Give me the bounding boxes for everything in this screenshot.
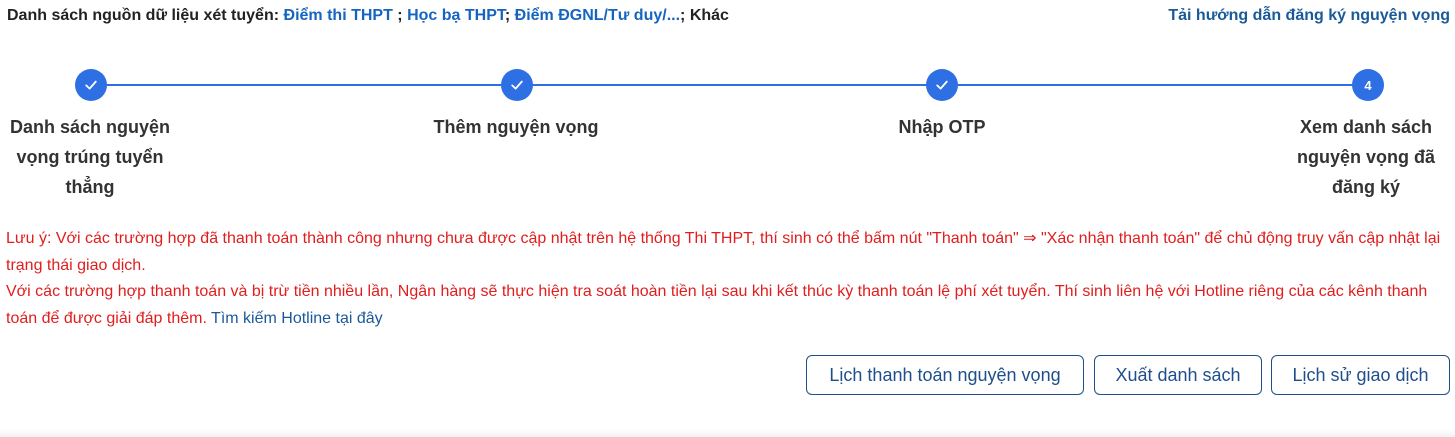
check-icon: [85, 80, 97, 90]
step-3-done-indicator: [926, 69, 958, 101]
step-4-current-indicator: 4: [1352, 69, 1384, 101]
step-4-label: Xem danh sách nguyện vọng đã đăng ký: [1296, 117, 1435, 197]
payment-notice: Lưu ý: Với các trường hợp đã thanh toán …: [6, 226, 1451, 332]
step-2-done-indicator: [501, 69, 533, 101]
stepper-track: [91, 84, 1368, 86]
export-list-button[interactable]: Xuất danh sách: [1094, 355, 1262, 395]
step-3-label: Nhập OTP: [898, 117, 986, 137]
source-other: Khác: [689, 7, 729, 24]
notice-paragraph-2: Với các trường hợp thanh toán và bị trừ …: [6, 279, 1451, 332]
step-1-label: Danh sách nguyện vọng trúng tuyển thẳng: [9, 117, 171, 197]
check-icon: [511, 80, 523, 90]
source-separator: ;: [680, 7, 690, 24]
transaction-history-button[interactable]: Lịch sử giao dịch: [1271, 355, 1450, 395]
source-link-thpt-score[interactable]: Điểm thi THPT: [284, 7, 393, 24]
data-sources-line: Danh sách nguồn dữ liệu xét tuyển: Điểm …: [7, 7, 729, 25]
bottom-divider: [0, 429, 1455, 437]
step-2-label: Thêm nguyện vọng: [433, 117, 599, 137]
source-link-transcript[interactable]: Học bạ THPT: [407, 7, 505, 24]
data-sources-label: Danh sách nguồn dữ liệu xét tuyển:: [7, 7, 280, 24]
source-link-aptitude-score[interactable]: Điểm ĐGNL/Tư duy/...: [515, 7, 680, 24]
source-separator: ;: [392, 7, 408, 24]
download-guide-link[interactable]: Tải hướng dẫn đăng ký nguyện vọng: [1168, 7, 1450, 25]
check-icon: [936, 80, 948, 90]
step-1-done-indicator: [75, 69, 107, 101]
hotline-search-link[interactable]: Tìm kiếm Hotline tại đây: [211, 310, 383, 327]
payment-schedule-button[interactable]: Lịch thanh toán nguyện vọng: [806, 355, 1084, 395]
notice-paragraph-1: Lưu ý: Với các trường hợp đã thanh toán …: [6, 230, 1441, 274]
source-separator: ;: [504, 7, 515, 24]
